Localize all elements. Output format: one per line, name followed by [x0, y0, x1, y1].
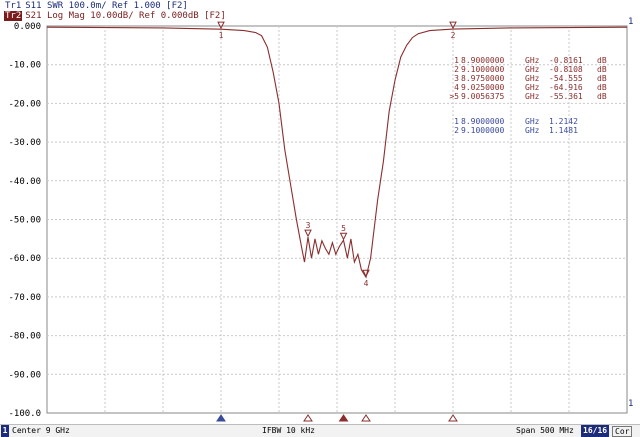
- marker-frequency: 9.1000000: [461, 65, 505, 74]
- y-tick-label: -80.00: [8, 332, 41, 342]
- marker-id: >5: [449, 92, 459, 101]
- svg-text:1: 1: [219, 31, 224, 40]
- marker-unit: GHz: [525, 65, 540, 74]
- side-marker-label: 1: [628, 17, 633, 27]
- center-frequency[interactable]: Center 9 GHz: [12, 425, 70, 437]
- stimulus-marker: [338, 414, 349, 422]
- marker-value: -64.916: [549, 83, 583, 92]
- marker-unit: GHz: [525, 74, 540, 83]
- marker-unit: GHz: [525, 83, 540, 92]
- marker-value: -0.8161: [549, 56, 583, 65]
- marker-frequency: 8.9000000: [461, 56, 505, 65]
- marker-id: 4: [454, 83, 459, 92]
- s21-marker: 2: [449, 21, 457, 40]
- marker-frequency: 9.1000000: [461, 126, 505, 135]
- marker-unit: GHz: [525, 117, 540, 126]
- s21-marker: 4: [362, 269, 370, 288]
- marker-id: 1: [454, 56, 459, 65]
- marker-value: 1.1481: [549, 126, 578, 135]
- y-tick-label: -100.0: [8, 409, 41, 419]
- s21-marker: 5: [339, 224, 348, 241]
- marker-value: -54.555: [549, 74, 583, 83]
- y-tick-label: 0.000: [14, 22, 41, 32]
- marker-id: 1: [454, 117, 459, 126]
- y-tick-label: -90.00: [8, 370, 41, 380]
- marker-value-unit: dB: [597, 92, 607, 101]
- marker-unit: GHz: [525, 92, 540, 101]
- stimulus-marker: [361, 414, 371, 422]
- y-tick-label: -30.00: [8, 138, 41, 148]
- stimulus-marker: [448, 414, 458, 422]
- y-tick-label: -20.00: [8, 99, 41, 109]
- marker-unit: GHz: [525, 126, 540, 135]
- y-tick-labels: 0.000 -10.00 -20.00 -30.00 -40.00 -50.00 -60.0…: [8, 22, 41, 419]
- marker-value-unit: dB: [597, 65, 607, 74]
- marker-id: 2: [454, 126, 459, 135]
- svg-text:2: 2: [451, 31, 456, 40]
- y-tick-label: -50.00: [8, 216, 41, 226]
- s21-marker-row: >5 9.0056375 GHz -55.361 dB: [443, 92, 611, 101]
- y-tick-label: -70.00: [8, 293, 41, 303]
- marker-frequency: 8.9000000: [461, 117, 505, 126]
- s21-marker-row: 3 8.9750000 GHz -54.555 dB: [443, 74, 611, 83]
- marker-id: 3: [454, 74, 459, 83]
- stimulus-markers: [216, 414, 458, 422]
- side-marker-label-bottom: 1: [628, 399, 633, 409]
- status-bar: 1 Center 9 GHz IFBW 10 kHz Span 500 MHz …: [0, 424, 640, 437]
- span-setting[interactable]: Span 500 MHz: [516, 425, 574, 437]
- ifbw-setting[interactable]: IFBW 10 kHz: [262, 425, 315, 437]
- s21-marker: 1: [217, 21, 225, 40]
- channel-number[interactable]: 1: [1, 425, 9, 437]
- correction-indicator[interactable]: Cor: [612, 426, 633, 437]
- marker-value: 1.2142: [549, 117, 578, 126]
- marker-frequency: 9.0250000: [461, 83, 505, 92]
- marker-value-unit: dB: [597, 83, 607, 92]
- stimulus-marker: [216, 414, 226, 422]
- marker-value-unit: dB: [597, 74, 607, 83]
- marker-id: 2: [454, 65, 459, 74]
- s21-marker-row: 2 9.1000000 GHz -0.8108 dB: [443, 65, 611, 74]
- marker-value-unit: dB: [597, 56, 607, 65]
- s21-marker-row: 1 8.9000000 GHz -0.8161 dB: [443, 56, 611, 65]
- marker-frequency: 8.9750000: [461, 74, 505, 83]
- y-tick-label: -40.00: [8, 177, 41, 187]
- marker-unit: GHz: [525, 56, 540, 65]
- svg-text:4: 4: [364, 279, 369, 288]
- marker-value: -55.361: [549, 92, 583, 101]
- s21-marker: 3: [304, 221, 312, 238]
- svg-text:3: 3: [306, 221, 311, 230]
- s11-marker-row: 1 8.9000000 GHz 1.2142: [443, 117, 611, 126]
- s11-marker-row: 2 9.1000000 GHz 1.1481: [443, 126, 611, 135]
- svg-text:5: 5: [341, 224, 346, 233]
- stimulus-marker: [303, 414, 313, 422]
- marker-frequency: 9.0056375: [461, 92, 505, 101]
- y-tick-label: -60.00: [8, 254, 41, 264]
- marker-value: -0.8108: [549, 65, 583, 74]
- sweep-count: 16/16: [581, 425, 610, 437]
- s21-marker-row: 4 9.0250000 GHz -64.916 dB: [443, 83, 611, 92]
- y-tick-label: -10.00: [8, 61, 41, 71]
